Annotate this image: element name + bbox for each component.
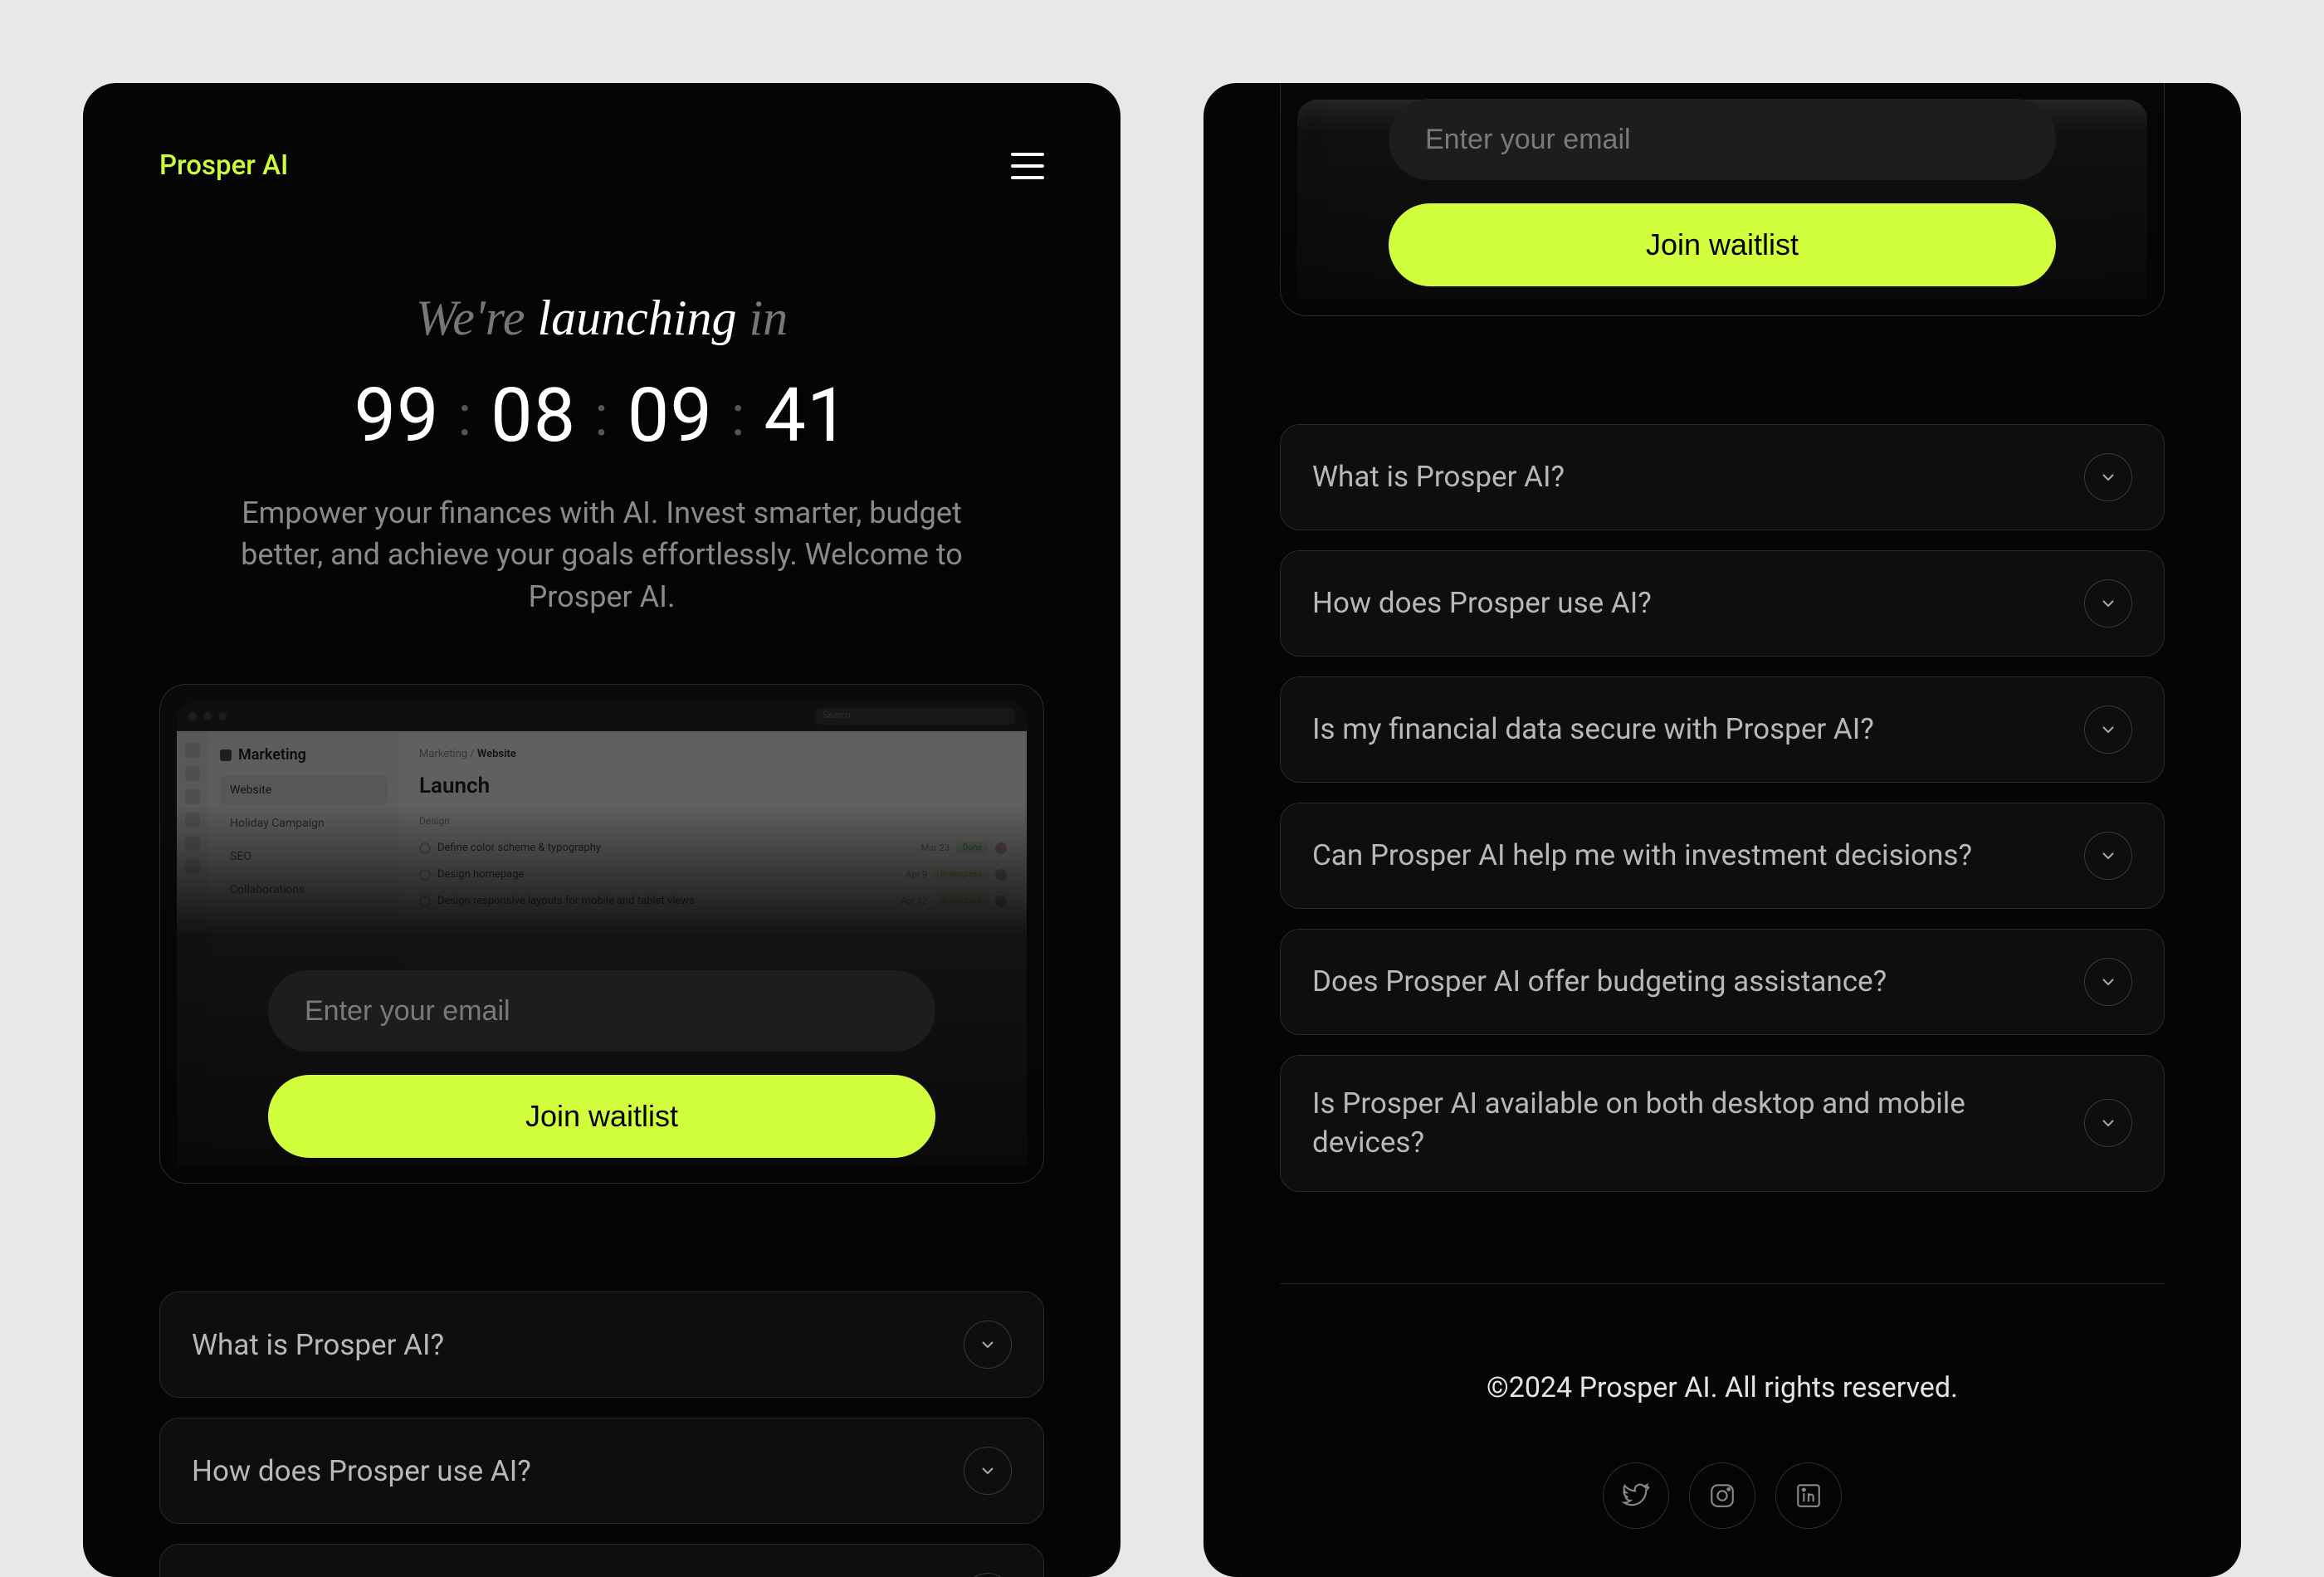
mock-sidebar-item: Website xyxy=(220,775,388,805)
faq-list: What is Prosper AI? How does Prosper use… xyxy=(1280,424,2165,1192)
chevron-down-icon[interactable] xyxy=(964,1447,1012,1495)
countdown-minutes: 09 xyxy=(627,372,713,459)
social-links xyxy=(1280,1462,2165,1529)
chevron-down-icon[interactable] xyxy=(2084,453,2132,501)
join-waitlist-button[interactable]: Join waitlist xyxy=(268,1075,935,1158)
headline-pre: We're xyxy=(416,290,525,345)
countdown-days: 99 xyxy=(354,372,439,459)
chevron-down-icon[interactable] xyxy=(964,1573,1012,1577)
headline-emph: launching xyxy=(538,290,737,345)
headline-post: in xyxy=(749,290,788,345)
signup-overlay: Join waitlist xyxy=(1281,83,2164,315)
faq-item[interactable]: Can Prosper AI help me with investment d… xyxy=(1280,803,2165,909)
brand-logo[interactable]: Prosper AI xyxy=(159,149,288,182)
faq-question: Can Prosper AI help me with investment d… xyxy=(1312,836,1972,875)
mock-main-title: Launch xyxy=(419,774,1007,798)
faq-item[interactable]: Is my financial data secure with Prosper… xyxy=(1280,676,2165,783)
chevron-down-icon[interactable] xyxy=(2084,1099,2132,1147)
countdown-timer: 99 : 08 : 09 : 41 xyxy=(159,372,1044,459)
faq-question: How does Prosper use AI? xyxy=(192,1452,531,1491)
device-left: Prosper AI We're launching in 99 : 08 : … xyxy=(83,83,1120,1577)
countdown-hours: 08 xyxy=(491,372,576,459)
faq-question: How does Prosper use AI? xyxy=(1312,583,1652,622)
faq-question: Is Prosper AI available on both desktop … xyxy=(1312,1084,1993,1163)
faq-question: What is Prosper AI? xyxy=(192,1326,444,1365)
hamburger-menu-icon[interactable] xyxy=(1011,153,1044,179)
mock-breadcrumb: Marketing / Website xyxy=(419,748,1007,760)
signup-card: Join waitlist xyxy=(1280,83,2165,316)
twitter-icon[interactable] xyxy=(1603,1462,1669,1529)
faq-item[interactable]: How does Prosper use AI? xyxy=(159,1418,1044,1524)
faq-question: Is my financial data secure with Prosper… xyxy=(1312,710,1874,749)
signup-overlay: Join waitlist xyxy=(160,804,1043,1183)
join-waitlist-button[interactable]: Join waitlist xyxy=(1389,203,2056,286)
chevron-down-icon[interactable] xyxy=(2084,958,2132,1006)
chevron-down-icon[interactable] xyxy=(964,1321,1012,1369)
email-input[interactable] xyxy=(1389,99,2056,180)
countdown-seconds: 41 xyxy=(764,372,849,459)
faq-question: Does Prosper AI offer budgeting assistan… xyxy=(1312,962,1887,1001)
device-right: Join waitlist What is Prosper AI? How do… xyxy=(1204,83,2241,1577)
faq-item[interactable]: What is Prosper AI? xyxy=(159,1291,1044,1398)
faq-item[interactable]: Does Prosper AI offer budgeting assistan… xyxy=(1280,929,2165,1035)
header: Prosper AI xyxy=(159,149,1044,182)
mock-search: Search xyxy=(816,708,1015,725)
faq-item[interactable]: Is my financial data secure with Prosper… xyxy=(159,1544,1044,1577)
faq-item[interactable]: How does Prosper use AI? xyxy=(1280,550,2165,657)
mock-sidebar-title: Marketing xyxy=(220,746,388,764)
chevron-down-icon[interactable] xyxy=(2084,832,2132,880)
faq-question: What is Prosper AI? xyxy=(1312,457,1565,496)
faq-list: What is Prosper AI? How does Prosper use… xyxy=(159,1291,1044,1577)
email-input[interactable] xyxy=(268,970,935,1052)
faq-item[interactable]: What is Prosper AI? xyxy=(1280,424,2165,530)
headline: We're launching in xyxy=(159,290,1044,347)
divider xyxy=(1280,1283,2165,1284)
faq-item[interactable]: Is Prosper AI available on both desktop … xyxy=(1280,1055,2165,1192)
instagram-icon[interactable] xyxy=(1689,1462,1755,1529)
tagline: Empower your finances with AI. Invest sm… xyxy=(220,492,984,618)
linkedin-icon[interactable] xyxy=(1775,1462,1842,1529)
signup-card: Search Marketing Website Holiday Campaig… xyxy=(159,684,1044,1184)
chevron-down-icon[interactable] xyxy=(2084,579,2132,627)
chevron-down-icon[interactable] xyxy=(2084,706,2132,754)
copyright-text: ©2024 Prosper AI. All rights reserved. xyxy=(1280,1371,2165,1404)
